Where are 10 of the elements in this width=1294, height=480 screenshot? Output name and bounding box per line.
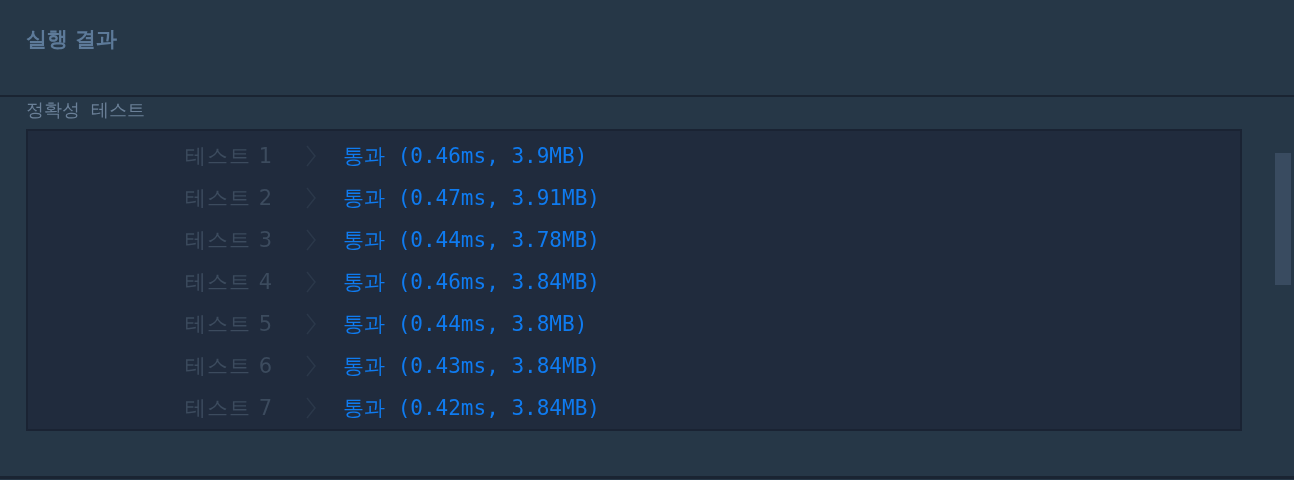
test-result: 통과 (0.46ms, 3.9MB) bbox=[343, 143, 589, 170]
section-label: 정확성 테스트 bbox=[26, 98, 147, 122]
test-result: 통과 (0.44ms, 3.78MB) bbox=[343, 227, 601, 254]
test-result: 통과 (0.44ms, 3.8MB) bbox=[343, 311, 589, 338]
test-result: 통과 (0.46ms, 3.84MB) bbox=[343, 269, 601, 296]
test-result: 통과 (0.47ms, 3.91MB) bbox=[343, 185, 601, 212]
panel-title: 실행 결과 bbox=[26, 25, 118, 53]
test-result: 통과 (0.42ms, 3.84MB) bbox=[343, 395, 601, 422]
scrollbar-thumb[interactable] bbox=[1275, 153, 1291, 285]
test-result: 통과 (0.43ms, 3.84MB) bbox=[343, 353, 601, 380]
